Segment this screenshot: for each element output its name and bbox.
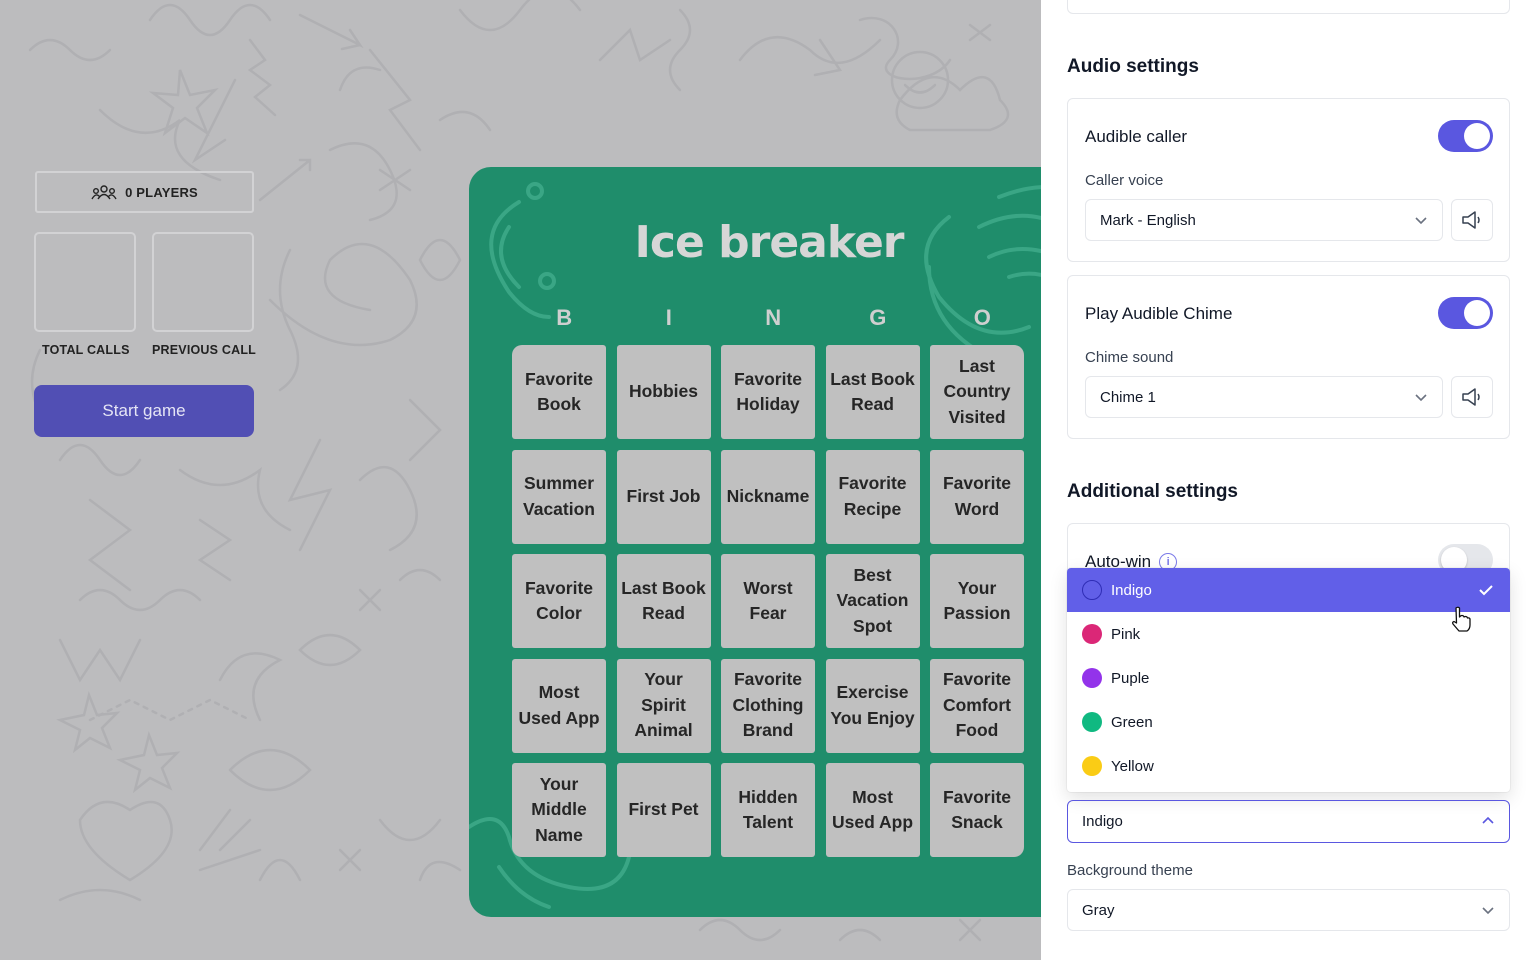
theme-option-label: Green — [1111, 713, 1153, 731]
audio-settings-title: Audio settings — [1067, 56, 1199, 77]
card-title: Ice breaker — [634, 217, 905, 268]
bingo-cell[interactable]: Worst Fear — [721, 554, 815, 648]
letter-b: B — [556, 305, 573, 330]
bingo-cell[interactable]: Most Used App — [825, 763, 920, 857]
caller-voice-label: Caller voice — [1085, 172, 1164, 189]
background-theme-select[interactable]: Gray — [1067, 889, 1510, 931]
letter-o: O — [973, 305, 991, 330]
hand-cursor-icon — [1452, 606, 1471, 632]
total-calls-label: TOTAL CALLS — [42, 343, 130, 357]
bingo-cell[interactable]: Nickname — [721, 449, 815, 544]
letter-n: N — [765, 305, 782, 330]
bingo-card: Ice breaker B I N G O Favorite Book Hobbi… — [469, 167, 1041, 917]
theme-option-label: Indigo — [1111, 581, 1152, 599]
chime-sound-label: Chime sound — [1085, 349, 1174, 366]
bingo-cell[interactable]: First Job — [616, 449, 711, 544]
audible-caller-box: Audible caller Caller voice Mark - Engli… — [1067, 98, 1510, 262]
letter-g: G — [869, 305, 887, 330]
audible-caller-toggle[interactable] — [1438, 120, 1493, 152]
start-game-button[interactable]: Start game — [34, 385, 254, 437]
color-swatch-icon — [1082, 668, 1102, 688]
theme-select[interactable]: Indigo — [1067, 800, 1510, 843]
bingo-cell[interactable]: Favorite Recipe — [825, 449, 920, 544]
theme-select-value: Indigo — [1082, 813, 1123, 830]
color-swatch-icon — [1082, 624, 1102, 644]
speaker-icon — [1462, 388, 1480, 406]
bingo-cell[interactable]: Favorite Comfort Food — [930, 658, 1024, 753]
chime-sound-value: Chime 1 — [1100, 388, 1156, 406]
bingo-cell[interactable]: Hidden Talent — [721, 763, 815, 857]
bingo-cell[interactable]: Most Used App — [512, 658, 606, 753]
bingo-letters: B I N G O — [512, 305, 1035, 331]
toggle-knob — [1464, 123, 1490, 149]
chevron-down-icon — [1482, 907, 1494, 915]
previous-call-box — [152, 232, 254, 332]
audible-chime-label: Play Audible Chime — [1085, 304, 1233, 323]
bingo-cell[interactable]: Last Book Read — [616, 554, 711, 648]
theme-dropdown-menu: Indigo Pink Puple Green Yellow — [1067, 568, 1510, 792]
audible-chime-box: Play Audible Chime Chime sound Chime 1 — [1067, 275, 1510, 439]
bingo-cell[interactable]: Favorite Holiday — [721, 345, 815, 439]
color-swatch-icon — [1082, 580, 1102, 600]
audible-caller-label: Audible caller — [1085, 127, 1188, 146]
bingo-cell[interactable]: Favorite Word — [930, 449, 1024, 544]
bingo-cell[interactable]: Favorite Color — [512, 554, 606, 648]
bingo-grid: Favorite Book Hobbies Favorite Holiday Last… — [512, 345, 1024, 857]
theme-option-label: Puple — [1111, 669, 1150, 687]
speaker-icon — [1462, 211, 1480, 229]
bingo-cell[interactable]: Favorite Clothing Brand — [721, 658, 815, 753]
chevron-up-icon — [1482, 816, 1494, 824]
game-area: 0 PLAYERS TOTAL CALLS PREVIOUS CALL Star… — [0, 0, 1041, 960]
bingo-cell[interactable]: Last Book Read — [825, 345, 920, 439]
theme-option-green[interactable]: Green — [1067, 700, 1510, 744]
theme-option-puple[interactable]: Puple — [1067, 656, 1510, 700]
previous-call-label: PREVIOUS CALL — [152, 343, 256, 357]
bingo-cell[interactable]: Summer Vacation — [512, 449, 606, 544]
chime-sound-select[interactable]: Chime 1 — [1085, 376, 1443, 418]
bingo-cell[interactable]: Last Country Visited — [930, 345, 1024, 439]
settings-panel: Audio settings Audible caller Caller voi… — [1041, 0, 1536, 960]
color-swatch-icon — [1082, 756, 1102, 776]
audible-chime-toggle[interactable] — [1438, 297, 1493, 329]
bingo-cell[interactable]: Favorite Book — [512, 345, 606, 439]
theme-option-indigo[interactable]: Indigo — [1067, 568, 1510, 612]
additional-settings-title: Additional settings — [1067, 481, 1238, 502]
background-theme-value: Gray — [1082, 901, 1115, 919]
bingo-cell[interactable]: Your Spirit Animal — [616, 658, 711, 753]
caller-voice-value: Mark - English — [1100, 211, 1196, 229]
background-theme-label: Background theme — [1067, 862, 1193, 879]
players-count: 0 PLAYERS — [35, 171, 254, 213]
preview-chime-button[interactable] — [1451, 376, 1493, 418]
players-label: 0 PLAYERS — [125, 184, 198, 200]
bingo-cell[interactable]: Your Middle Name — [512, 763, 606, 857]
previous-section-box — [1067, 0, 1510, 14]
bingo-cell[interactable]: Exercise You Enjoy — [825, 658, 920, 753]
bingo-cell[interactable]: Best Vacation Spot — [825, 554, 920, 648]
chevron-down-icon — [1415, 217, 1427, 225]
bingo-cell[interactable]: Your Passion — [930, 554, 1024, 648]
caller-voice-select[interactable]: Mark - English — [1085, 199, 1443, 241]
players-icon — [91, 185, 117, 200]
theme-option-label: Yellow — [1111, 757, 1154, 775]
theme-option-label: Pink — [1111, 625, 1141, 643]
bingo-cell[interactable]: Favorite Snack — [930, 763, 1024, 857]
theme-option-pink[interactable]: Pink — [1067, 612, 1510, 656]
bingo-cell[interactable]: Hobbies — [616, 345, 711, 439]
total-calls-box — [34, 232, 136, 332]
preview-voice-button[interactable] — [1451, 199, 1493, 241]
bingo-cell[interactable]: First Pet — [616, 763, 711, 857]
chevron-down-icon — [1415, 394, 1427, 402]
color-swatch-icon — [1082, 712, 1102, 732]
toggle-knob — [1464, 300, 1490, 326]
letter-i: I — [665, 305, 672, 330]
check-icon — [1479, 585, 1493, 596]
theme-option-yellow[interactable]: Yellow — [1067, 744, 1510, 788]
